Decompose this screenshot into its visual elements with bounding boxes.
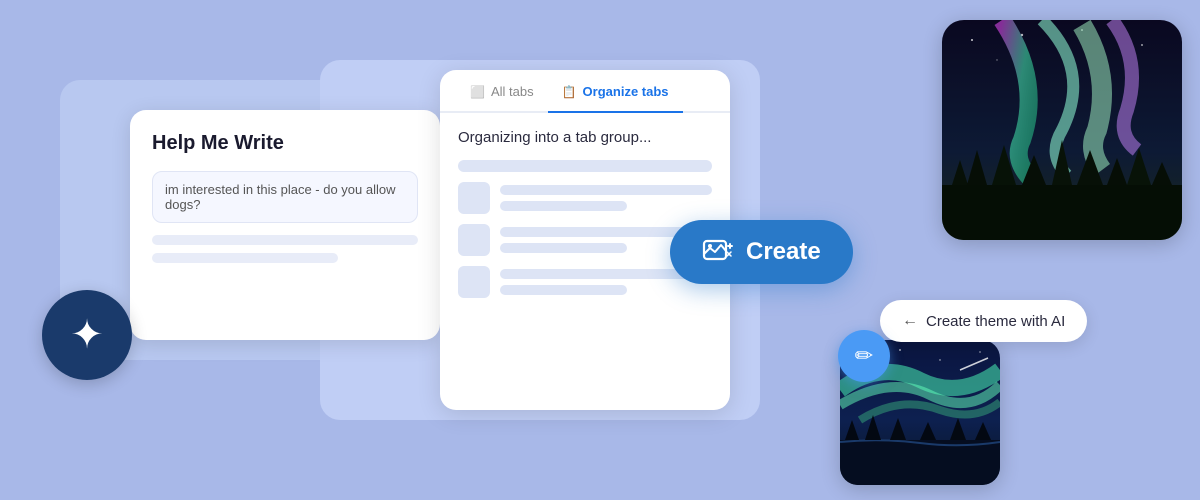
tabs-bar: All tabs Organize tabs [440,70,730,113]
tab-organize-tabs[interactable]: Organize tabs [548,70,683,113]
aurora-image-large [942,20,1182,240]
help-me-write-title: Help Me Write [152,132,418,155]
skeleton-square-2 [458,224,490,256]
organize-tabs-icon [562,84,577,99]
help-write-input[interactable]: im interested in this place - do you all… [152,171,418,223]
skeleton-row-top [458,160,712,172]
skeleton-line-2b [500,243,627,253]
create-theme-chip[interactable]: ← Create theme with AI [880,300,1087,342]
ai-star-circle[interactable]: ✦ [42,290,132,380]
skeleton-square-1 [458,182,490,214]
skeleton-line-3b [500,285,627,295]
organizing-text: Organizing into a tab group... [458,129,712,146]
tab-organize-tabs-label: Organize tabs [583,84,669,99]
create-image-icon [702,236,734,268]
pencil-icon: ✏ [855,343,873,369]
arrow-left-icon: ← [902,312,918,330]
skeleton-line-1a [500,185,712,195]
create-button[interactable]: Create [670,220,853,284]
tab-all-tabs-label: All tabs [491,84,534,99]
skeleton-square-3 [458,266,490,298]
edit-pencil-button[interactable]: ✏ [838,330,890,382]
skeleton-line-1b [500,201,627,211]
organize-card-body: Organizing into a tab group... [440,113,730,324]
create-button-label: Create [746,238,821,266]
help-me-write-card: Help Me Write im interested in this plac… [130,110,440,340]
skeleton-block-1 [458,182,712,214]
skeleton-lines-1 [500,185,712,211]
tab-all-tabs[interactable]: All tabs [456,70,548,113]
create-theme-label: Create theme with AI [926,313,1065,330]
placeholder-line-1 [152,235,418,245]
skeleton-block-3 [458,266,712,298]
star-icon: ✦ [70,312,104,358]
placeholder-line-2 [152,253,338,263]
all-tabs-icon [470,84,485,99]
